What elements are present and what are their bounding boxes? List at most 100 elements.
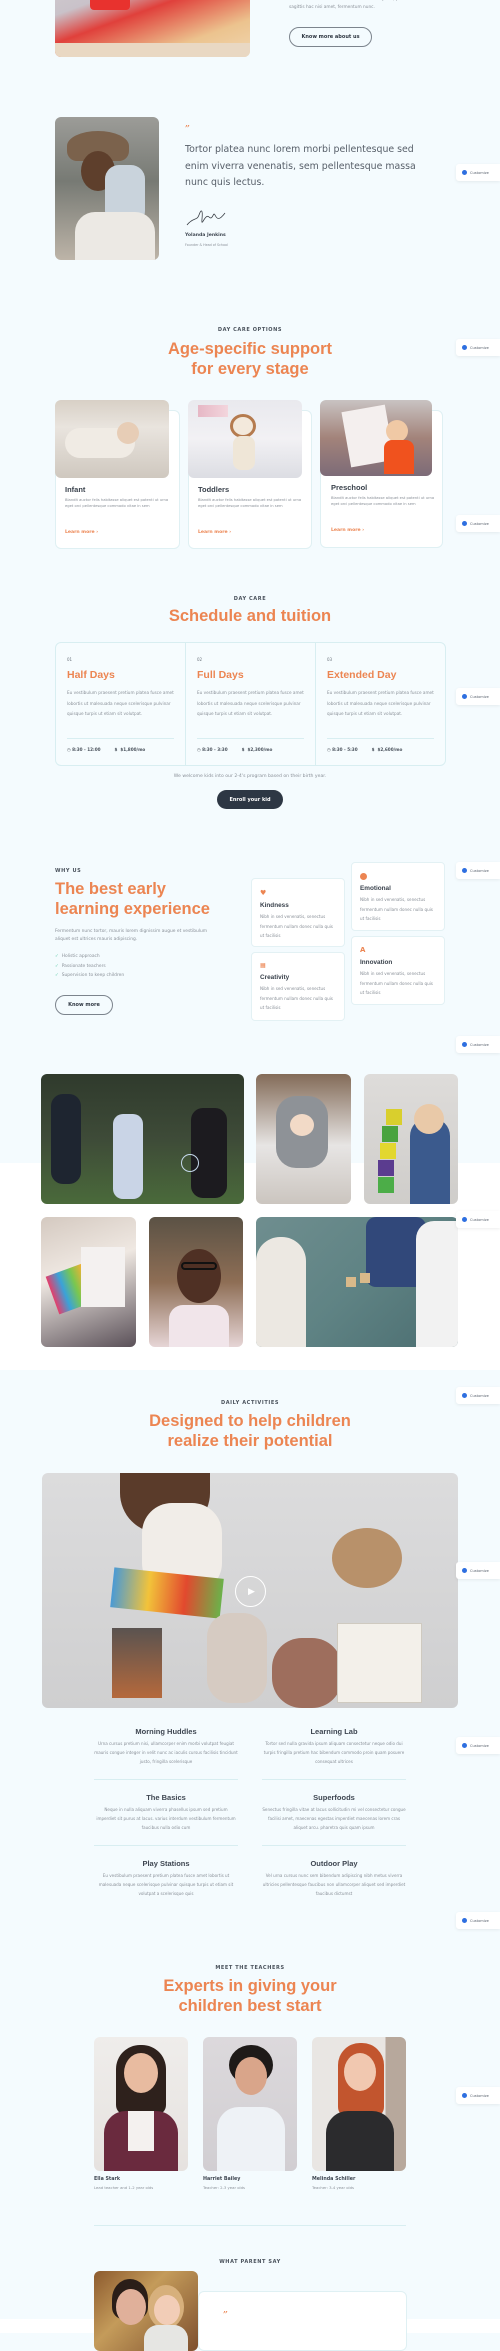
quote-mark-icon: ”	[184, 124, 190, 135]
clock-icon: ◷	[327, 747, 331, 752]
check-icon: ✓	[55, 954, 59, 959]
divider	[94, 1845, 238, 1846]
gallery-photo-blocks	[364, 1074, 458, 1204]
about-text: sodales sed non vel malesuada morbi arcu…	[289, 0, 412, 10]
customize-button[interactable]: Customize	[456, 1562, 500, 1579]
customize-icon	[462, 694, 467, 699]
customize-icon	[462, 521, 467, 526]
option-desc-infant: Blandit auctor felis habitasse aliquet e…	[65, 498, 169, 509]
teacher-melinda-schiller: Melinda Schiller Teacher: 3-4 year olds	[312, 2177, 356, 2190]
customize-icon	[462, 1743, 467, 1748]
feature-card-innovation: A Innovation Nibh in sed venenatis, sene…	[351, 936, 445, 1005]
customize-button[interactable]: Customize	[456, 1211, 500, 1228]
check-icon: ✓	[55, 963, 59, 969]
customize-button[interactable]: Customize	[456, 862, 500, 879]
plan-hours: ◷ 8:30 - 5:30	[327, 747, 358, 752]
checklist-item: ✓ Supervision to keep children	[55, 971, 124, 981]
know-more-button[interactable]: Know more	[55, 995, 113, 1015]
customize-button[interactable]: Customize	[456, 515, 500, 532]
teacher-ella-stark: Ella Stark Lead teacher and 1-2 year old…	[94, 2177, 154, 2190]
gallery-photo-bubbles	[41, 1074, 244, 1204]
enroll-button[interactable]: Enroll your kid	[217, 790, 283, 809]
plan-price: $ $1,800/mo	[114, 747, 146, 752]
testimonial-card: ”	[198, 2291, 407, 2351]
know-more-about-us-button[interactable]: Know more about us	[289, 27, 372, 47]
activity-the-basics: The Basics Neque in nulla aliquam viverr…	[96, 1793, 236, 1831]
clock-icon: ◷	[67, 747, 71, 752]
feature-card-creativity: ▦ Creativity Nibh in sed venenatis, sene…	[251, 952, 345, 1021]
customize-icon	[462, 1568, 467, 1573]
infant-photo	[55, 400, 169, 478]
customize-button[interactable]: Customize	[456, 2087, 500, 2104]
founder-name: Yolanda Jenkins	[185, 233, 226, 238]
option-title-preschool: Preschool	[331, 483, 368, 492]
option-title-toddlers: Toddlers	[198, 485, 230, 494]
activities-video[interactable]: ▶	[42, 1473, 458, 1708]
play-icon: ▶	[248, 1586, 255, 1597]
founder-quote-text: Tortor platea nunc lorem morbi pellentes…	[185, 144, 416, 189]
why-us-checklist: ✓ Holistic approach ✓ Passionate teachers …	[55, 952, 124, 981]
teachers-title: Experts in giving your children best sta…	[163, 1977, 337, 2015]
customize-icon	[462, 345, 467, 350]
gallery-photo-smiling-girl	[149, 1217, 243, 1347]
play-video-button[interactable]: ▶	[235, 1576, 266, 1607]
preschool-photo	[320, 400, 432, 476]
why-us-title: The best early learning experience	[55, 880, 210, 918]
plan-hours: ◷ 8:30 - 3:30	[197, 747, 228, 752]
chevron-right-icon: ›	[96, 530, 99, 535]
customize-icon	[462, 2093, 467, 2098]
customize-icon	[462, 1393, 467, 1398]
divider	[262, 1845, 406, 1846]
customize-button[interactable]: Customize	[456, 339, 500, 356]
day-care-options-eyebrow: DAY CARE OPTIONS	[217, 327, 283, 333]
signature-icon	[185, 207, 229, 233]
dollar-icon: $	[241, 747, 245, 752]
checklist-item: ✓ Passionate teachers	[55, 962, 124, 972]
customize-icon	[462, 1217, 467, 1222]
customize-button[interactable]: Customize	[456, 1387, 500, 1404]
shapes-icon: ▦	[260, 962, 266, 969]
customize-button[interactable]: Customize	[456, 1912, 500, 1929]
schedule-table: 01 Half Days Eu vestibulum praesent pret…	[55, 642, 446, 766]
teacher-photo-melinda-schiller	[312, 2037, 406, 2171]
compass-icon: A	[360, 946, 366, 954]
dollar-icon: $	[371, 747, 375, 752]
plan-hours: ◷ 8:30 - 12:00	[67, 747, 101, 752]
customize-button[interactable]: Customize	[456, 688, 500, 705]
checklist-item: ✓ Holistic approach	[55, 952, 124, 962]
option-link-infant[interactable]: Learn more ›	[65, 530, 98, 535]
testimonial-photo	[94, 2271, 198, 2351]
smile-icon	[360, 873, 367, 880]
plan-full-days: 02 Full Days Eu vestibulum praesent pret…	[185, 643, 315, 765]
plan-price: $ $2,300/mo	[241, 747, 273, 752]
customize-button[interactable]: Customize	[456, 1737, 500, 1754]
customize-icon	[462, 1918, 467, 1923]
option-link-toddlers[interactable]: Learn more ›	[198, 530, 231, 535]
customize-icon	[462, 868, 467, 873]
check-icon: ✓	[55, 973, 59, 979]
customize-button[interactable]: Customize	[456, 164, 500, 181]
testimonials-eyebrow: WHAT PARENT SAY	[219, 2259, 281, 2265]
chevron-right-icon: ›	[229, 530, 232, 535]
customize-button[interactable]: Customize	[456, 1036, 500, 1053]
quote-mark-icon: ”	[222, 2310, 228, 2321]
activity-outdoor-play: Outdoor Play Vel urna cursus nunc sem bi…	[262, 1859, 406, 1897]
day-care-options-title: Age-specific support for every stage	[167, 340, 333, 378]
activity-learning-lab: Learning Lab Tortor sed nulla gravida ip…	[263, 1727, 405, 1765]
activity-play-stations: Play Stations Eu vestibulum praesent pre…	[98, 1859, 234, 1897]
teachers-eyebrow: MEET THE TEACHERS	[215, 1965, 285, 1971]
divider	[94, 2225, 406, 2226]
teacher-photo-ella-stark	[94, 2037, 188, 2171]
dollar-icon: $	[114, 747, 118, 752]
divider	[262, 1779, 406, 1780]
option-title-infant: Infant	[65, 485, 86, 494]
divider	[94, 1779, 238, 1780]
option-link-preschool[interactable]: Learn more ›	[331, 528, 364, 533]
schedule-title: Schedule and tuition	[168, 607, 332, 625]
plan-half-days: 01 Half Days Eu vestibulum praesent pret…	[67, 657, 174, 752]
teacher-harriet-bailey: Harriet Bailey Teacher: 2-3 year olds	[203, 2177, 245, 2190]
toddlers-photo	[188, 400, 302, 478]
plan-extended-day: 03 Extended Day Eu vestibulum praesent p…	[315, 643, 445, 765]
feature-card-kindness: ♥ Kindness Nibh in sed venenatis, senect…	[251, 878, 345, 947]
about-photo	[55, 0, 250, 57]
